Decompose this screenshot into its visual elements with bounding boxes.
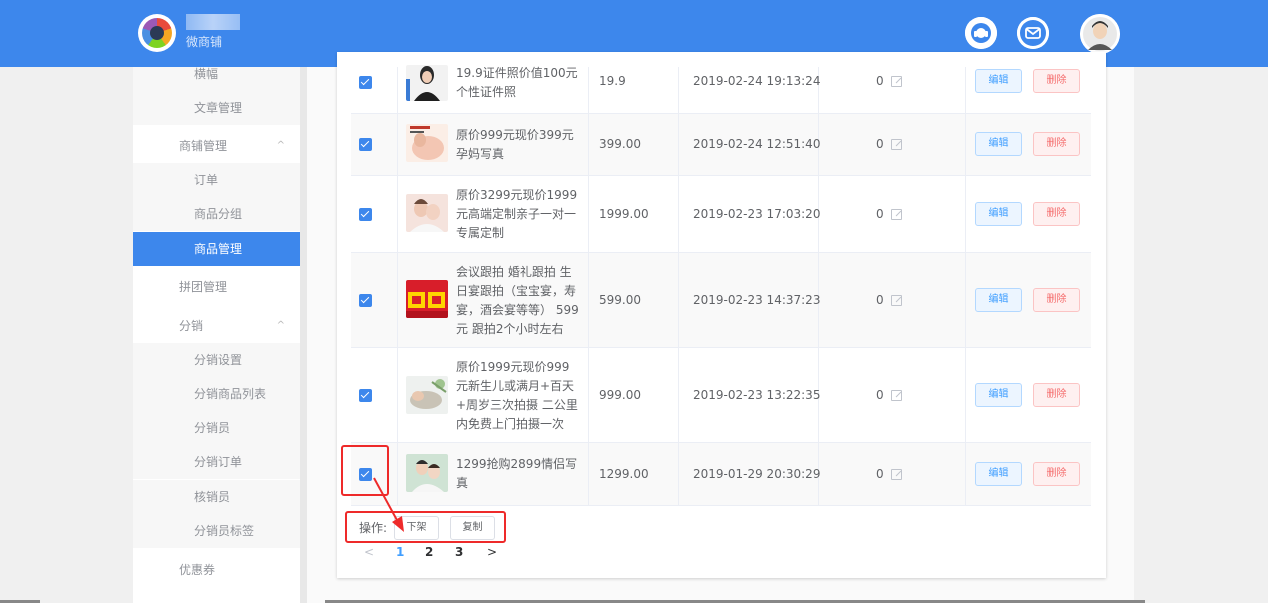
edit-stock-icon[interactable] [891, 139, 902, 150]
product-created-date: 2019-02-23 17:03:20 [693, 207, 821, 221]
edit-button[interactable]: 编辑 [975, 462, 1022, 486]
prev-page-button[interactable]: < [364, 545, 374, 559]
sidebar-item-product-groups[interactable]: 商品分组 [133, 197, 300, 231]
customer-service-icon[interactable] [965, 17, 997, 49]
product-title[interactable]: 原价999元现价399元 孕妈写真 [456, 126, 581, 164]
sidebar-item-distribution-settings[interactable]: 分销设置 [133, 343, 300, 377]
product-thumbnail [406, 280, 448, 318]
sidebar-item-banner[interactable]: 横幅 [133, 67, 300, 91]
sidebar-group-coupons[interactable]: 优惠券 [133, 553, 300, 587]
logo[interactable] [138, 14, 176, 52]
page-3[interactable]: 3 [455, 545, 463, 559]
product-created-date: 2019-02-24 19:13:24 [693, 74, 821, 88]
delete-button[interactable]: 删除 [1033, 132, 1080, 156]
row-checkbox[interactable] [359, 294, 372, 307]
product-price: 599.00 [599, 293, 641, 307]
product-created-date: 2019-01-29 20:30:29 [693, 467, 821, 481]
table-row: 原价1999元现价999元新生儿或满月+百天+周岁三次拍摄 二公里内免费上门拍摄… [351, 348, 1091, 443]
sidebar-item-verifiers[interactable]: 核销员 [133, 480, 300, 514]
product-title[interactable]: 19.9证件照价值100元 个性证件照 [456, 64, 581, 102]
sidebar-item-distributors[interactable]: 分销员 [133, 411, 300, 445]
delete-button[interactable]: 删除 [1033, 202, 1080, 226]
product-price: 1999.00 [599, 207, 649, 221]
product-price: 399.00 [599, 137, 641, 151]
product-stock: 0 [876, 74, 884, 88]
delete-button[interactable]: 删除 [1033, 383, 1080, 407]
sidebar-item-distribution-orders[interactable]: 分销订单 [133, 445, 300, 479]
sidebar-item-distributor-tags[interactable]: 分销员标签 [133, 514, 300, 548]
product-stock: 0 [876, 207, 884, 221]
product-thumbnail [406, 376, 448, 414]
edit-stock-icon[interactable] [891, 390, 902, 401]
edit-button[interactable]: 编辑 [975, 69, 1022, 93]
edit-stock-icon[interactable] [891, 469, 902, 480]
sidebar: 横幅 文章管理 商铺管理 ^ 订单 商品分组 商品管理 拼团管理 分销 ^ 分销设置… [133, 67, 300, 603]
product-thumbnail [406, 124, 448, 162]
product-created-date: 2019-02-23 13:22:35 [693, 388, 821, 402]
delete-button[interactable]: 删除 [1033, 69, 1080, 93]
mail-icon[interactable] [1017, 17, 1049, 49]
product-price: 1299.00 [599, 467, 649, 481]
row-checkbox[interactable] [359, 389, 372, 402]
user-avatar[interactable] [1080, 14, 1120, 54]
sidebar-item-distribution-products[interactable]: 分销商品列表 [133, 377, 300, 411]
sidebar-group-shop[interactable]: 商铺管理 ^ [133, 129, 300, 163]
product-title[interactable]: 原价1999元现价999元新生儿或满月+百天+周岁三次拍摄 二公里内免费上门拍摄… [456, 358, 581, 434]
row-checkbox[interactable] [359, 76, 372, 89]
delete-button[interactable]: 删除 [1033, 462, 1080, 486]
brand-name: 微商铺 [186, 35, 223, 49]
sidebar-group-group-buy[interactable]: 拼团管理 [133, 270, 300, 304]
product-price: 999.00 [599, 388, 641, 402]
product-thumbnail [406, 194, 448, 232]
table-row: 原价999元现价399元 孕妈写真 399.00 2019-02-24 12:5… [351, 114, 1091, 176]
table-row: 1299抢购2899情侣写真 1299.00 2019-01-29 20:30:… [351, 443, 1091, 506]
edit-stock-icon[interactable] [891, 295, 902, 306]
product-title[interactable]: 原价3299元现价1999元高端定制亲子一对一专属定制 [456, 186, 581, 243]
brand-blurred-text [186, 14, 240, 30]
page-1[interactable]: 1 [396, 545, 404, 559]
sidebar-item-product-management[interactable]: 商品管理 [133, 232, 300, 266]
sidebar-gutter [300, 67, 307, 603]
product-created-date: 2019-02-23 14:37:23 [693, 293, 821, 307]
product-stock: 0 [876, 137, 884, 151]
sidebar-item-orders[interactable]: 订单 [133, 163, 300, 197]
edit-stock-icon[interactable] [891, 209, 902, 220]
edit-button[interactable]: 编辑 [975, 288, 1022, 312]
product-title[interactable]: 会议跟拍 婚礼跟拍 生日宴跟拍（宝宝宴，寿宴，酒会宴等等） 599元 跟拍2个小… [456, 263, 581, 339]
row-checkbox[interactable] [359, 208, 372, 221]
row-checkbox[interactable] [359, 138, 372, 151]
table-row: 原价3299元现价1999元高端定制亲子一对一专属定制 1999.00 2019… [351, 176, 1091, 253]
product-price: 19.9 [599, 74, 626, 88]
arrow-annotation-icon [373, 477, 404, 532]
product-created-date: 2019-02-24 12:51:40 [693, 137, 821, 151]
edit-button[interactable]: 编辑 [975, 132, 1022, 156]
chevron-up-icon: ^ [276, 320, 285, 331]
product-thumbnail [406, 65, 448, 101]
edit-stock-icon[interactable] [891, 76, 902, 87]
right-background [1134, 67, 1268, 603]
table-row: 19.9证件照价值100元 个性证件照 19.9 2019-02-24 19:1… [351, 64, 1091, 114]
table-row: 会议跟拍 婚礼跟拍 生日宴跟拍（宝宝宴，寿宴，酒会宴等等） 599元 跟拍2个小… [351, 253, 1091, 348]
page-2[interactable]: 2 [425, 545, 433, 559]
delete-button[interactable]: 删除 [1033, 288, 1080, 312]
sidebar-group-distribution[interactable]: 分销 ^ [133, 309, 300, 343]
edit-button[interactable]: 编辑 [975, 383, 1022, 407]
sidebar-item-articles[interactable]: 文章管理 [133, 91, 300, 125]
next-page-button[interactable]: > [487, 545, 497, 559]
product-title[interactable]: 1299抢购2899情侣写真 [456, 455, 581, 493]
chevron-up-icon: ^ [276, 140, 285, 151]
product-stock: 0 [876, 388, 884, 402]
product-stock: 0 [876, 467, 884, 481]
edit-button[interactable]: 编辑 [975, 202, 1022, 226]
product-stock: 0 [876, 293, 884, 307]
